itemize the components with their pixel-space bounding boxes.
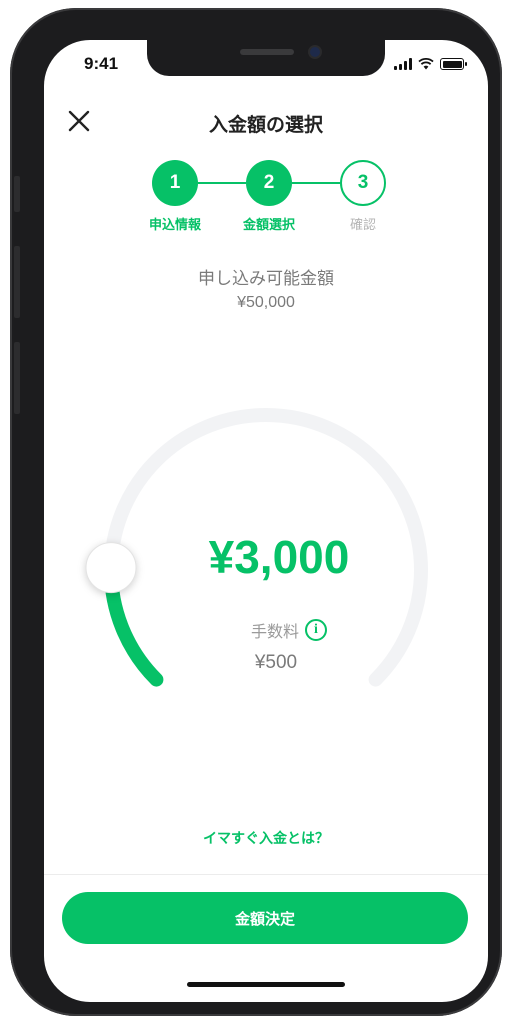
battery-icon [440, 58, 467, 70]
home-indicator [187, 982, 345, 987]
step-connector [198, 182, 246, 184]
status-icons [394, 58, 467, 70]
phone-frame: 9:41 入金額の選択 1 2 3 申込情報 金額選択 確認 申し込み可能金額 … [10, 8, 502, 1016]
step-3-label: 確認 [349, 217, 376, 232]
app-screen: 9:41 入金額の選択 1 2 3 申込情報 金額選択 確認 申し込み可能金額 … [44, 40, 488, 1002]
fee-row: 手数料 i [44, 618, 488, 642]
silent-switch [14, 176, 20, 212]
volume-down-button [14, 342, 20, 414]
camera [310, 47, 320, 57]
status-time: 9:41 [84, 54, 119, 73]
speaker [240, 49, 294, 55]
step-2-circle: 2 [246, 160, 292, 206]
divider [44, 874, 488, 875]
stepper: 1 2 3 申込情報 金額選択 確認 [44, 160, 488, 240]
step-connector [292, 182, 340, 184]
notch [147, 40, 385, 76]
step-3-circle: 3 [340, 160, 386, 206]
confirm-amount-button[interactable]: 金額決定 [62, 892, 468, 944]
amount-dial[interactable]: ¥3,000 手数料 i ¥500 [44, 370, 488, 730]
signal-icon [394, 58, 412, 70]
step-1-label: 申込情報 [148, 217, 201, 232]
page-title: 入金額の選択 [208, 115, 323, 136]
step-2-label: 金額選択 [242, 217, 295, 232]
selected-amount: ¥3,000 [208, 531, 350, 583]
instant-deposit-info-link[interactable]: イマすぐ入金とは？ [44, 828, 488, 848]
step-1-circle: 1 [152, 160, 198, 206]
volume-up-button [14, 246, 20, 318]
available-amount-label: 申し込み可能金額 [198, 269, 334, 288]
fee-label: 手数料 [250, 624, 299, 641]
wifi-icon [418, 58, 434, 70]
header: 入金額の選択 [44, 100, 488, 150]
info-icon[interactable]: i [305, 619, 327, 641]
fee-value: ¥500 [254, 652, 298, 673]
available-amount-value: ¥50,000 [237, 294, 295, 311]
